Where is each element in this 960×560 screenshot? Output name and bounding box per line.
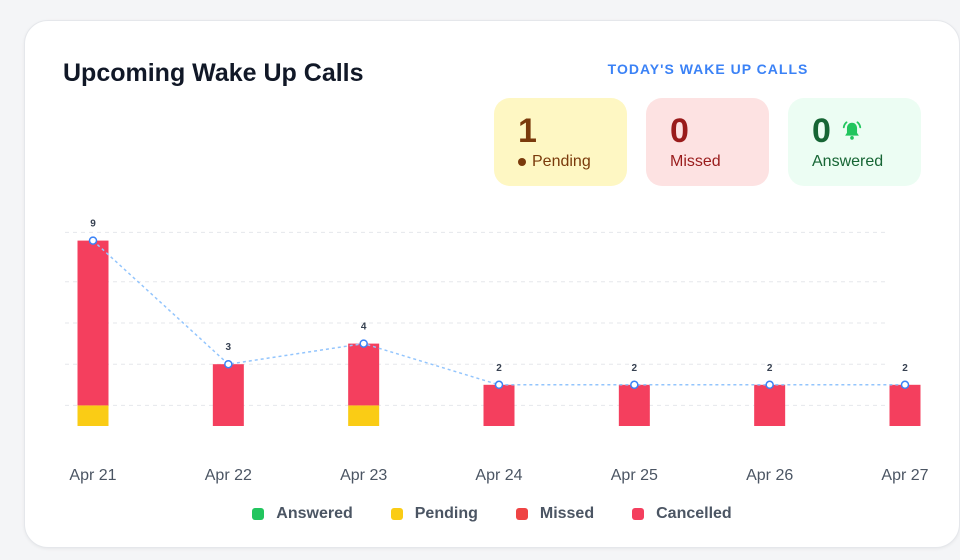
x-tick-label: Apr 23 — [340, 467, 387, 484]
data-label: 3 — [226, 342, 232, 353]
bar-segment-cancelled — [483, 384, 515, 426]
legend-label: Pending — [414, 505, 478, 522]
x-tick-label: Apr 27 — [881, 467, 928, 484]
bar-segment-cancelled — [754, 384, 786, 426]
total-point — [224, 359, 233, 369]
total-point — [765, 380, 774, 390]
x-tick-label: Apr 21 — [69, 467, 116, 484]
wake-up-calls-chart: 9 Apr 21 3 Apr 22 4 Apr 23 2 Apr 24 2 Apr 25 2 Apr … — [65, 219, 929, 484]
bar-segment-cancelled — [889, 384, 921, 426]
bar-segment-cancelled — [212, 364, 244, 426]
legend-item-answered[interactable]: Answered — [252, 505, 353, 523]
legend-label: Cancelled — [656, 505, 732, 522]
data-label: 2 — [496, 363, 502, 374]
total-point — [630, 380, 639, 390]
legend-swatch — [390, 508, 403, 520]
data-label: 4 — [361, 322, 367, 333]
total-point — [359, 339, 368, 348]
chart-legend: Answered Pending Missed Cancelled — [25, 505, 959, 523]
x-tick-label: Apr 25 — [611, 467, 658, 484]
data-label: 2 — [767, 363, 773, 374]
total-point — [88, 236, 98, 245]
x-tick-label: Apr 26 — [746, 467, 793, 484]
bar-segment-cancelled — [348, 343, 380, 406]
total-point — [494, 380, 504, 390]
legend-swatch — [632, 508, 645, 520]
legend-swatch — [252, 508, 265, 520]
legend-item-missed[interactable]: Missed — [515, 505, 595, 523]
legend-item-cancelled[interactable]: Cancelled — [632, 505, 732, 523]
legend-item-pending[interactable]: Pending — [390, 505, 478, 523]
total-point — [900, 380, 910, 390]
bar-segment-pending — [348, 405, 380, 426]
legend-label: Missed — [539, 505, 595, 522]
data-label: 9 — [90, 219, 96, 230]
x-tick-label: Apr 22 — [205, 467, 252, 484]
bar-segment-cancelled — [77, 240, 109, 406]
wake-up-calls-card: Upcoming Wake Up Calls TODAY'S WAKE UP C… — [24, 20, 960, 548]
legend-label: Answered — [276, 505, 353, 522]
x-tick-label: Apr 24 — [475, 467, 522, 484]
data-label: 2 — [632, 363, 638, 374]
legend-swatch — [515, 508, 528, 520]
bar-segment-cancelled — [618, 384, 650, 426]
data-label: 2 — [902, 363, 908, 374]
bar-segment-pending — [77, 405, 109, 426]
